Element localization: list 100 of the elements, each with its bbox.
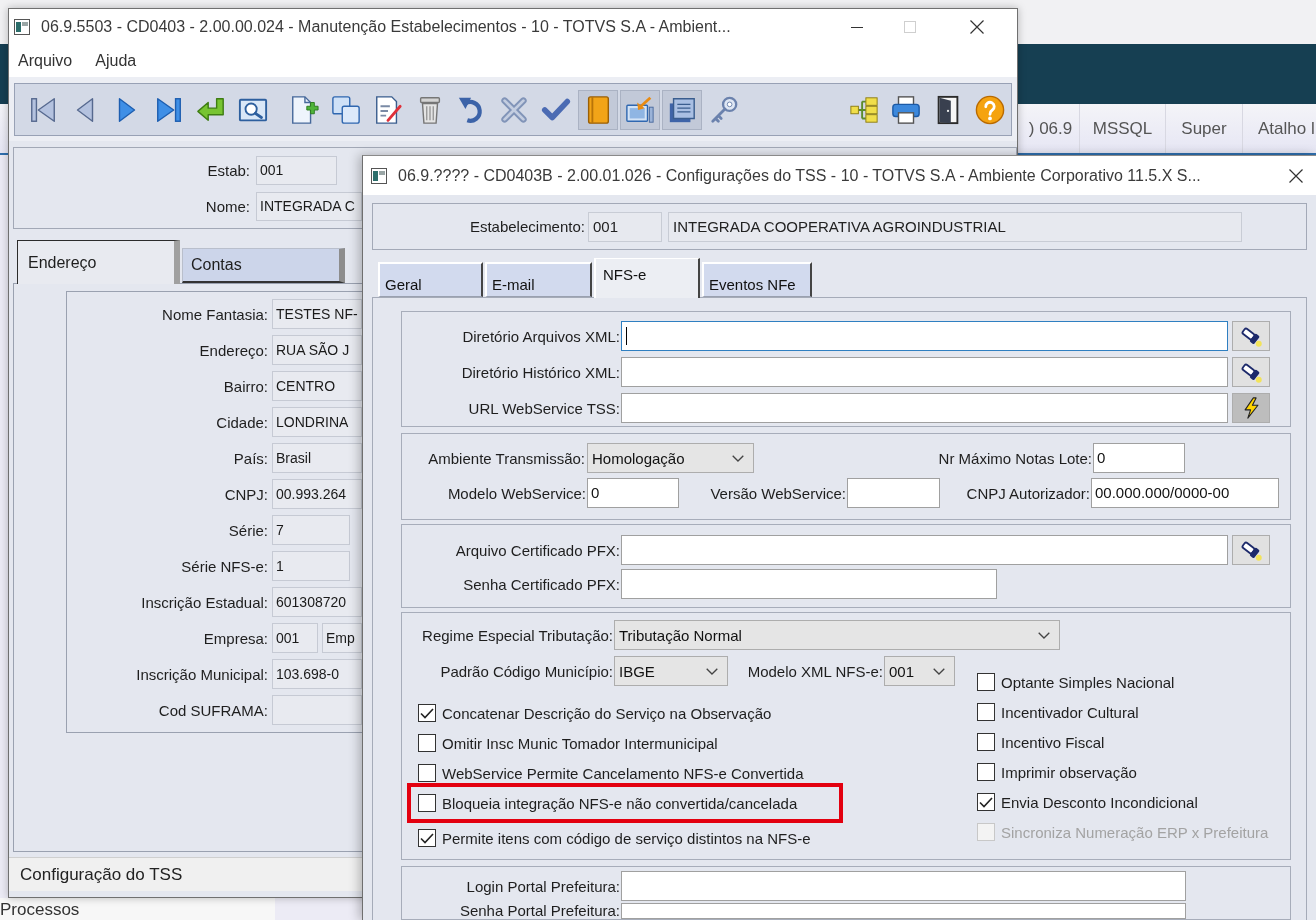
password-field[interactable] [621, 569, 997, 599]
text-field[interactable]: 001 [256, 156, 337, 185]
name-field[interactable]: INTEGRADA COOPERATIVA AGROINDUSTRIAL [668, 211, 1242, 242]
path-field[interactable] [621, 321, 1228, 351]
nav-item[interactable]: ) 06.9 [1022, 104, 1080, 153]
tab[interactable]: Endereço [17, 240, 180, 284]
tab[interactable]: Eventos NFe [702, 262, 812, 297]
input-field[interactable] [621, 871, 1186, 901]
nav-item[interactable]: Super [1166, 104, 1243, 153]
checkbox[interactable] [418, 764, 436, 782]
text-field[interactable]: INTEGRADA C [256, 192, 362, 221]
path-field[interactable] [621, 357, 1228, 387]
text-field[interactable]: 001 [272, 623, 318, 653]
minimize-icon [851, 26, 863, 28]
field-label: Senha Portal Prefeitura: [459, 903, 620, 919]
document-plus-icon [289, 94, 319, 125]
tab[interactable]: E-mail [485, 262, 592, 297]
field-label: Endereço: [199, 341, 268, 359]
copy-icon [331, 94, 361, 125]
text-field[interactable]: 1 [272, 551, 350, 581]
field-label: Empresa: [203, 629, 268, 647]
field-label: Cod SUFRAMA: [158, 701, 268, 719]
chevron-down-icon [1038, 631, 1050, 639]
field-label: Estab: [207, 162, 250, 179]
checkbox[interactable] [977, 793, 995, 811]
chevron-down-icon [732, 454, 744, 462]
dropdown[interactable]: Tributação Normal [614, 620, 1060, 650]
text-field[interactable]: RUA SÃO J [272, 335, 362, 365]
checkbox-label[interactable]: Permite itens com código de serviço distintos na NFS-e [442, 829, 811, 847]
checkbox-label[interactable]: Incentivador Cultural [1001, 703, 1139, 721]
field-label: Nr Máximo Notas Lote: [938, 449, 1092, 467]
file-field[interactable] [621, 535, 1228, 565]
text-field[interactable]: 601308720 [272, 587, 362, 617]
browse-button[interactable] [1232, 535, 1270, 565]
app-icon [371, 167, 387, 184]
checkbox[interactable] [977, 733, 995, 751]
checkbox[interactable] [418, 704, 436, 722]
text-field[interactable] [272, 695, 362, 725]
text-field[interactable]: Brasil [272, 443, 362, 473]
text-field[interactable]: 7 [272, 515, 350, 545]
text-field[interactable]: 00.993.264 [272, 479, 362, 509]
text-field[interactable]: LONDRINA [272, 407, 362, 437]
text-field[interactable]: TESTES NF- [272, 299, 362, 329]
checkbox[interactable] [418, 734, 436, 752]
checkbox-label[interactable]: Optante Simples Nacional [1001, 673, 1175, 691]
flashlight-icon [1240, 361, 1262, 383]
checkbox[interactable] [418, 794, 436, 812]
checkbox-label[interactable]: WebService Permite Cancelamento NFS-e Convertida [442, 764, 804, 782]
input-field[interactable]: 00.000.000/0000-00 [1091, 478, 1279, 508]
nav-item[interactable]: Atalho l [1243, 104, 1316, 153]
checkbox-label[interactable]: Imprimir observação [1001, 763, 1137, 781]
checkbox-label[interactable]: Envia Desconto Incondicional [1001, 793, 1198, 811]
path-field[interactable] [621, 393, 1228, 423]
code-field[interactable]: 001 [588, 211, 662, 242]
field-label: Série: [228, 521, 268, 539]
field-label: Login Portal Prefeitura: [466, 877, 620, 895]
menu-item[interactable]: Ajuda [87, 52, 145, 70]
tab[interactable]: NFS-e [594, 258, 700, 298]
field-label: Nome: [205, 198, 250, 215]
dropdown[interactable]: Homologação [587, 443, 754, 473]
input-field[interactable] [847, 478, 940, 508]
text-field[interactable]: CENTRO [272, 371, 362, 401]
input-field[interactable]: 0 [587, 478, 679, 508]
menu-item[interactable]: Arquivo [10, 52, 81, 70]
checkbox-label[interactable]: Concatenar Descrição do Serviço na Observação [442, 704, 772, 722]
field-label: Estabelecimento: [469, 218, 585, 235]
checkbox-label[interactable]: Omitir Insc Munic Tomador Intermunicipal [442, 734, 718, 752]
lightning-button[interactable] [1232, 393, 1270, 423]
input-field[interactable] [621, 903, 1186, 919]
dropdown[interactable]: IBGE [614, 656, 728, 686]
field-label: Ambiente Transmissão: [428, 449, 585, 467]
checkbox-label[interactable]: Bloqueia integração NFS-e não convertida/cancelada [442, 794, 798, 812]
text-field[interactable]: Emp [322, 623, 362, 653]
help-icon [975, 94, 1005, 125]
field-label: CNPJ: [224, 485, 268, 503]
field-label: Diretório Histórico XML: [461, 363, 620, 381]
cross-icon [499, 94, 529, 125]
tick-icon [979, 796, 993, 808]
checkbox[interactable] [977, 673, 995, 691]
checkbox[interactable] [977, 763, 995, 781]
dropdown[interactable]: 001 [884, 656, 955, 686]
field-label: Diretório Arquivos XML: [462, 327, 620, 345]
input-field[interactable]: 0 [1093, 443, 1185, 473]
checkbox[interactable] [418, 829, 436, 847]
section-heading: Processos [0, 900, 80, 919]
field-label: Bairro: [223, 377, 268, 395]
text-cursor-icon [626, 327, 627, 345]
checkbox-label[interactable]: Incentivo Fiscal [1001, 733, 1105, 751]
browse-button[interactable] [1232, 357, 1270, 387]
checkbox[interactable] [977, 703, 995, 721]
field-label: País: [233, 449, 268, 467]
browse-button[interactable] [1232, 321, 1270, 351]
field-label: Cidade: [216, 413, 268, 431]
window-title: 06.9.???? - CD0403B - 2.00.01.026 - Configurações do TSS - 10 - TOTVS S.A - Ambiente Corporativo 11.5.X S... [398, 166, 1201, 185]
tab[interactable]: Contas [182, 248, 345, 283]
text-field[interactable]: 103.698-0 [272, 659, 362, 689]
printer-icon [891, 94, 921, 125]
tick-icon [420, 707, 434, 719]
tab[interactable]: Geral [378, 262, 483, 297]
nav-item[interactable]: MSSQL [1080, 104, 1166, 153]
